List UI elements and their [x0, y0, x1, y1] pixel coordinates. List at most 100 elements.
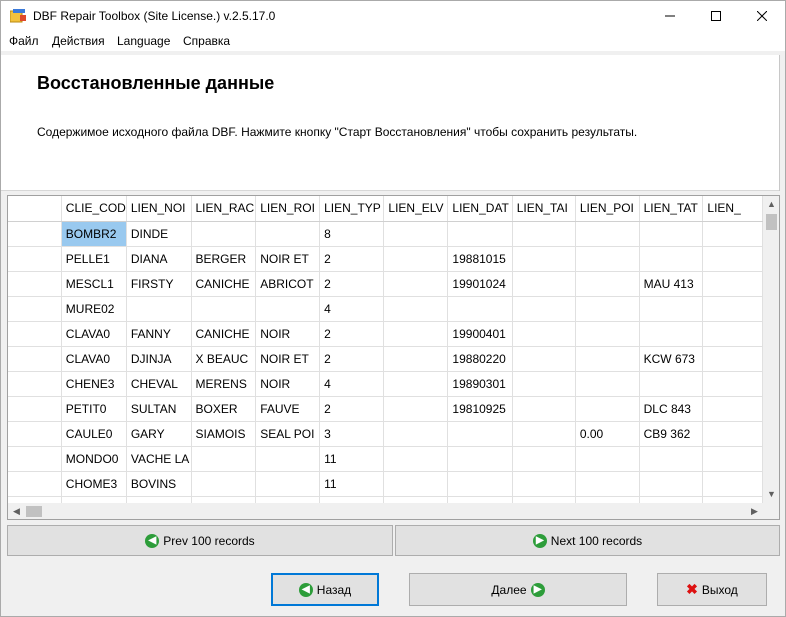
table-cell[interactable]: CANICHE — [191, 321, 257, 347]
table-cell[interactable] — [512, 246, 576, 272]
table-cell[interactable]: 19890301 — [447, 371, 513, 397]
table-cell[interactable] — [383, 321, 449, 347]
table-cell[interactable]: BOXER — [191, 396, 257, 422]
table-cell[interactable] — [639, 496, 704, 503]
table-cell[interactable]: 19901024 — [447, 271, 513, 297]
table-cell[interactable] — [702, 246, 763, 272]
table-cell[interactable] — [702, 221, 763, 247]
back-button[interactable]: ◀ Назад — [271, 573, 379, 606]
column-header[interactable]: LIEN_ — [702, 196, 763, 222]
table-cell[interactable]: 11 — [319, 446, 385, 472]
table-cell[interactable] — [383, 371, 449, 397]
prev-records-button[interactable]: ◀ Prev 100 records — [7, 525, 393, 556]
table-cell[interactable]: VACHE LA — [126, 446, 192, 472]
column-header[interactable]: LIEN_POI — [575, 196, 640, 222]
table-cell[interactable] — [575, 496, 640, 503]
row-indicator-cell[interactable] — [8, 321, 62, 347]
table-cell[interactable] — [447, 221, 513, 247]
table-cell[interactable] — [255, 296, 321, 322]
table-cell[interactable]: GARY — [126, 421, 192, 447]
row-indicator-cell[interactable] — [8, 271, 62, 297]
table-cell[interactable] — [255, 471, 321, 497]
table-cell[interactable] — [255, 446, 321, 472]
table-cell[interactable] — [575, 296, 640, 322]
table-cell[interactable]: MERENS — [191, 371, 257, 397]
table-cell[interactable] — [191, 471, 257, 497]
table-cell[interactable]: 2 — [319, 346, 385, 372]
table-cell[interactable] — [255, 221, 321, 247]
table-cell[interactable]: 11 — [319, 471, 385, 497]
table-cell[interactable] — [575, 446, 640, 472]
table-cell[interactable]: PELLE1 — [61, 246, 127, 272]
table-cell[interactable]: DIANA — [126, 246, 192, 272]
row-indicator-cell[interactable] — [8, 346, 62, 372]
table-cell[interactable] — [383, 346, 449, 372]
table-cell[interactable]: SIAMOIS — [191, 421, 257, 447]
table-cell[interactable] — [447, 296, 513, 322]
table-cell[interactable] — [702, 446, 763, 472]
table-cell[interactable] — [512, 296, 576, 322]
column-header[interactable]: LIEN_RAC — [191, 196, 257, 222]
table-cell[interactable]: SEAL POI — [255, 421, 321, 447]
table-row[interactable]: CAULE0 GARY SIAMOIS SEAL POI 3 0.00 CB9 362 — [8, 421, 763, 447]
table-cell[interactable] — [512, 421, 576, 447]
table-cell[interactable] — [191, 446, 257, 472]
table-cell[interactable]: CB9 362 — [639, 421, 704, 447]
scroll-right-icon[interactable]: ▶ — [746, 503, 763, 519]
table-cell[interactable] — [447, 471, 513, 497]
table-row[interactable]: CHOME3VACHES 11 — [8, 496, 763, 503]
table-cell[interactable] — [383, 271, 449, 297]
menu-actions[interactable]: Действия — [52, 34, 105, 48]
table-cell[interactable]: MURE02 — [61, 296, 127, 322]
row-indicator-cell[interactable] — [8, 421, 62, 447]
column-header[interactable]: LIEN_TAT — [639, 196, 704, 222]
table-cell[interactable] — [639, 321, 704, 347]
row-indicator-cell[interactable] — [8, 221, 62, 247]
table-cell[interactable] — [191, 496, 257, 503]
menu-help[interactable]: Справка — [183, 34, 230, 48]
column-header[interactable]: LIEN_TYP — [319, 196, 385, 222]
table-row[interactable]: BOMBR2 DINDE 8 — [8, 221, 763, 247]
table-cell[interactable] — [383, 246, 449, 272]
table-cell[interactable]: VACHES — [126, 496, 192, 503]
table-row[interactable]: MURE02 4 — [8, 296, 763, 322]
table-cell[interactable] — [702, 496, 763, 503]
table-cell[interactable]: 0.00 — [575, 421, 640, 447]
table-cell[interactable] — [191, 221, 257, 247]
table-row[interactable]: PELLE1 DIANA BERGER NOIR ET 2 19881015 — [8, 246, 763, 272]
table-cell[interactable] — [575, 321, 640, 347]
horizontal-scroll-thumb[interactable] — [26, 506, 42, 517]
table-cell[interactable]: NOIR — [255, 371, 321, 397]
table-cell[interactable]: CHOME3 — [61, 496, 127, 503]
table-cell[interactable]: FIRSTY — [126, 271, 192, 297]
table-cell[interactable]: CLAVA0 — [61, 346, 127, 372]
table-cell[interactable] — [191, 296, 257, 322]
table-cell[interactable]: DJINJA — [126, 346, 192, 372]
table-cell[interactable] — [702, 471, 763, 497]
table-cell[interactable] — [447, 496, 513, 503]
table-cell[interactable]: CLAVA0 — [61, 321, 127, 347]
table-cell[interactable] — [447, 446, 513, 472]
table-cell[interactable] — [383, 471, 449, 497]
table-cell[interactable]: 11 — [319, 496, 385, 503]
table-cell[interactable]: SULTAN — [126, 396, 192, 422]
table-cell[interactable] — [255, 496, 321, 503]
table-cell[interactable]: MAU 413 — [639, 271, 704, 297]
table-cell[interactable]: 19880220 — [447, 346, 513, 372]
table-cell[interactable] — [575, 246, 640, 272]
table-cell[interactable] — [575, 271, 640, 297]
table-cell[interactable]: FAUVE — [255, 396, 321, 422]
table-row[interactable]: CLAVA0 FANNY CANICHE NOIR 2 19900401 — [8, 321, 763, 347]
table-cell[interactable] — [512, 496, 576, 503]
column-header[interactable]: LIEN_ROI — [255, 196, 321, 222]
table-cell[interactable]: CHENE3 — [61, 371, 127, 397]
table-cell[interactable] — [512, 221, 576, 247]
table-cell[interactable] — [383, 221, 449, 247]
table-cell[interactable] — [575, 371, 640, 397]
table-cell[interactable] — [512, 346, 576, 372]
table-cell[interactable] — [575, 221, 640, 247]
table-cell[interactable]: DLC 843 — [639, 396, 704, 422]
table-cell[interactable] — [702, 371, 763, 397]
table-cell[interactable] — [383, 446, 449, 472]
table-cell[interactable] — [126, 296, 192, 322]
